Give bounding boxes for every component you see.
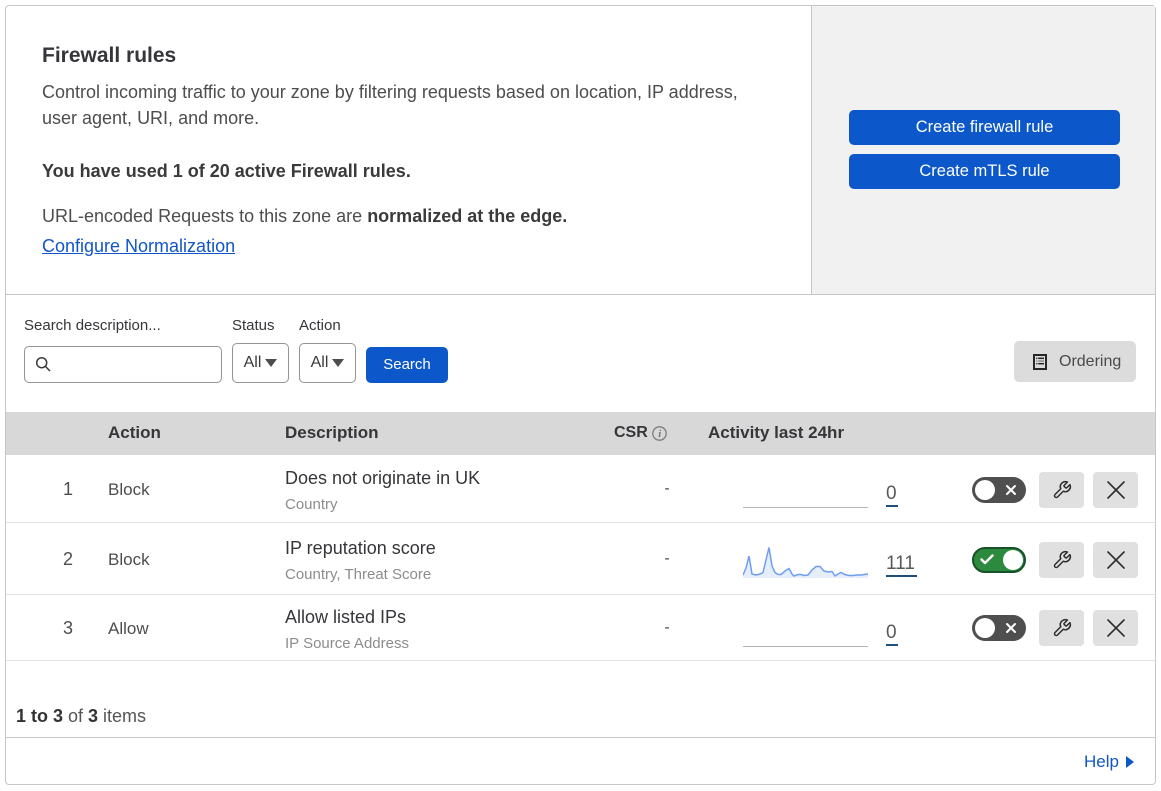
svg-text:i: i bbox=[658, 429, 661, 440]
